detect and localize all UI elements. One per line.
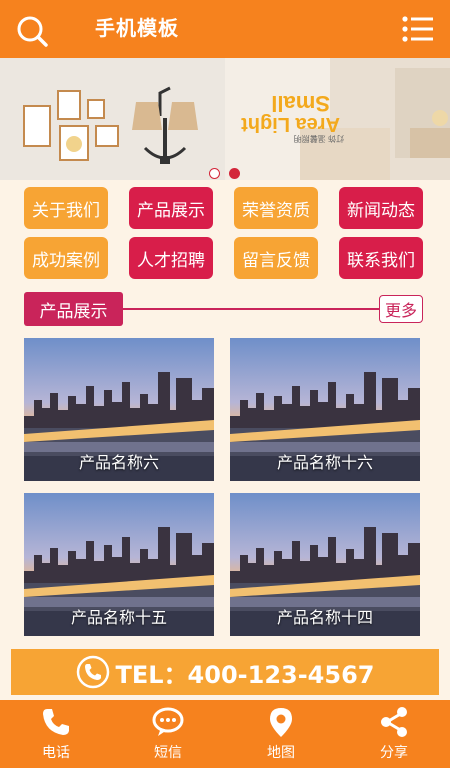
menu-icon[interactable] xyxy=(401,15,435,43)
footer-nav: 电话 短信 地图 分享 xyxy=(0,700,450,768)
nav-news-button[interactable]: 新闻动态 xyxy=(339,187,423,229)
carousel-dot-1[interactable] xyxy=(209,168,220,179)
footer-item-share[interactable]: 分享 xyxy=(338,700,450,768)
page-title: 手机模板 xyxy=(95,16,179,40)
nav-cases-button[interactable]: 成功案例 xyxy=(24,237,108,279)
header-bar: 手机模板 xyxy=(0,0,450,58)
footer-label: 地图 xyxy=(267,745,295,761)
banner-image: Small Area Light 灯饰 温馨照明 xyxy=(0,58,450,180)
nav-products-button[interactable]: 产品展示 xyxy=(129,187,213,229)
map-pin-icon xyxy=(270,708,292,737)
banner-carousel[interactable]: Small Area Light 灯饰 温馨照明 xyxy=(0,58,450,180)
banner-text-2: Area Light xyxy=(241,113,340,135)
banner-text-small: 灯饰 温馨照明 xyxy=(294,134,344,144)
carousel-dot-2[interactable] xyxy=(229,168,240,179)
product-card[interactable]: 产品名称十四 xyxy=(230,493,420,636)
footer-label: 电话 xyxy=(42,745,70,761)
product-name: 产品名称六 xyxy=(78,453,159,472)
footer-item-map[interactable]: 地图 xyxy=(225,700,337,768)
product-card[interactable]: 产品名称十五 xyxy=(24,493,214,636)
phone-icon xyxy=(76,655,109,689)
tel-bar[interactable]: TEL：400-123-4567 xyxy=(11,649,439,695)
product-card[interactable]: 产品名称十六 xyxy=(230,338,420,481)
more-button[interactable]: 更多 xyxy=(379,295,423,323)
footer-label: 短信 xyxy=(154,745,182,761)
product-name: 产品名称十五 xyxy=(70,608,167,627)
section-divider xyxy=(104,308,404,310)
product-name: 产品名称十六 xyxy=(276,453,373,472)
nav-about-button[interactable]: 关于我们 xyxy=(24,187,108,229)
nav-jobs-button[interactable]: 人才招聘 xyxy=(129,237,213,279)
nav-feedback-button[interactable]: 留言反馈 xyxy=(234,237,318,279)
section-header-products: 产品展示 更多 xyxy=(24,292,424,326)
product-name: 产品名称十四 xyxy=(276,608,373,627)
product-card[interactable]: 产品名称六 xyxy=(24,338,214,481)
phone-icon xyxy=(43,709,69,735)
nav-contact-button[interactable]: 联系我们 xyxy=(339,237,423,279)
footer-item-sms[interactable]: 短信 xyxy=(112,700,224,768)
banner-text-1: Small xyxy=(271,91,330,116)
nav-honors-button[interactable]: 荣誉资质 xyxy=(234,187,318,229)
message-icon xyxy=(152,707,184,736)
tel-number: TEL：400-123-4567 xyxy=(115,660,375,689)
footer-item-phone[interactable]: 电话 xyxy=(0,700,112,768)
footer-label: 分享 xyxy=(380,745,408,761)
section-title: 产品展示 xyxy=(24,292,123,326)
carousel-dots xyxy=(0,168,450,180)
share-icon xyxy=(381,707,407,737)
search-icon[interactable] xyxy=(15,14,49,48)
